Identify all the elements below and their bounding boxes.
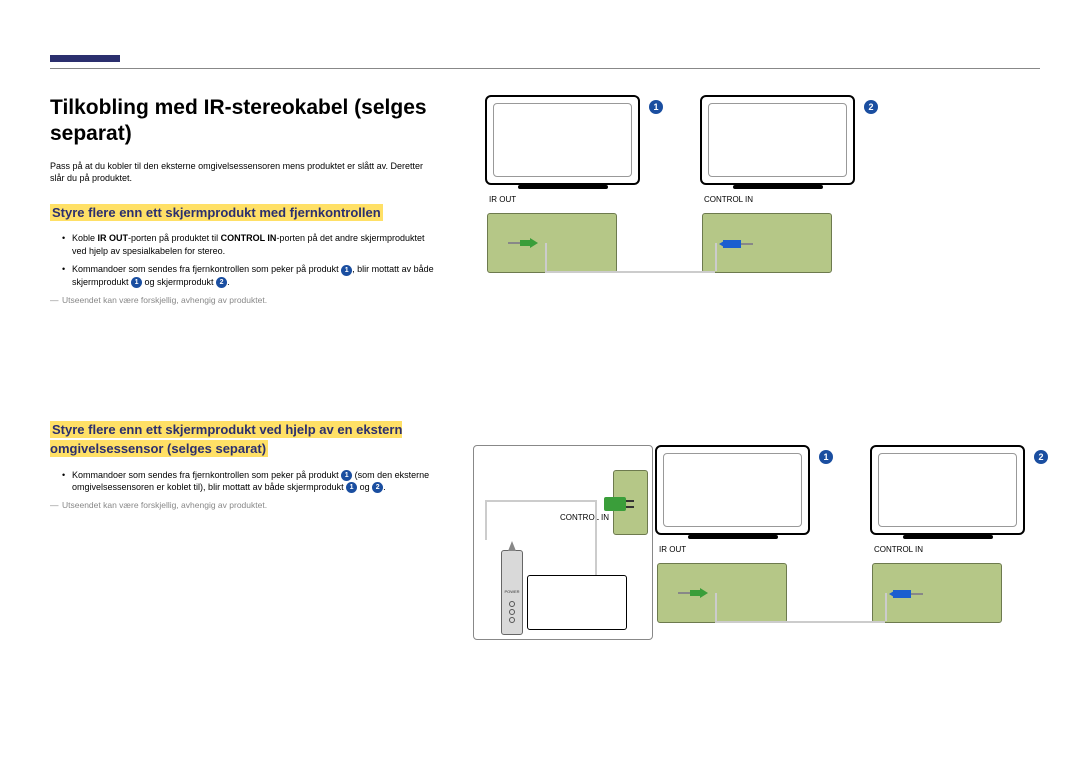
text: Kommandoer som sendes fra fjernkontrolle… <box>72 470 341 480</box>
jack-green-icon <box>700 588 708 598</box>
cable-icon <box>715 593 717 621</box>
text: -porten på produktet til <box>128 233 221 243</box>
monitor-1-icon <box>655 445 810 535</box>
page-title: Tilkobling med IR-stereokabel (selges se… <box>50 95 435 148</box>
badge-1: 1 <box>819 450 833 464</box>
jack-green-icon <box>530 238 538 248</box>
cable-icon <box>715 243 717 271</box>
label-ir-out: IR OUT <box>659 545 686 554</box>
badge-2: 2 <box>1034 450 1048 464</box>
intro-text: Pass på at du kobler til den eksterne om… <box>50 160 435 185</box>
port-panel-2 <box>872 563 1002 623</box>
jack-blue-icon <box>723 240 741 248</box>
section2-note: Utseendet kan være forskjellig, avhengig… <box>50 500 435 510</box>
badge-2: 2 <box>864 100 878 114</box>
text: . <box>227 277 230 287</box>
text: Koble <box>72 233 98 243</box>
port-panel-1 <box>487 213 617 273</box>
port-panel-2 <box>702 213 832 273</box>
circle-2-icon: 2 <box>216 277 227 288</box>
text: og skjermprodukt <box>142 277 216 287</box>
jack-blue-icon <box>893 590 911 598</box>
section1-note: Utseendet kan være forskjellig, avhengig… <box>50 295 435 305</box>
header-accent-bar <box>50 55 120 62</box>
section1-heading-wrap: Styre flere enn ett skjermprodukt med fj… <box>50 203 435 223</box>
section1-bullet1: Koble IR OUT-porten på produktet til CON… <box>62 232 435 257</box>
diagram-2: 1 2 CONTROL IN IR OUT CONTROL IN <box>465 445 1040 655</box>
cable-icon <box>595 500 597 575</box>
label-control-in: CONTROL IN <box>704 195 753 204</box>
circle-1-icon: 1 <box>131 277 142 288</box>
bold-control-in: CONTROL IN <box>221 233 277 243</box>
section1-heading: Styre flere enn ett skjermprodukt med fj… <box>50 204 383 221</box>
cable-icon <box>485 500 487 540</box>
bold-ir-out: IR OUT <box>98 233 129 243</box>
cable-icon <box>545 243 547 271</box>
right-column: 1 2 IR OUT CONTROL IN 1 <box>465 95 1040 538</box>
section2: Styre flere enn ett skjermprodukt ved hj… <box>50 420 435 510</box>
section2-bullets: Kommandoer som sendes fra fjernkontrolle… <box>50 469 435 494</box>
sensor-cluster-frame <box>473 445 653 640</box>
circle-1-icon: 1 <box>341 265 352 276</box>
page-content: Tilkobling med IR-stereokabel (selges se… <box>50 95 1040 538</box>
monitor-1-icon <box>485 95 640 185</box>
badge-1: 1 <box>649 100 663 114</box>
cable-icon <box>715 621 885 623</box>
section1-bullets: Koble IR OUT-porten på produktet til CON… <box>50 232 435 288</box>
label-control-in: CONTROL IN <box>874 545 923 554</box>
cable-icon <box>485 500 595 502</box>
section2-heading: Styre flere enn ett skjermprodukt ved hj… <box>50 421 402 458</box>
text: Kommandoer som sendes fra fjernkontrolle… <box>72 264 341 274</box>
circle-1-icon: 1 <box>346 482 357 493</box>
left-column: Tilkobling med IR-stereokabel (selges se… <box>50 95 435 538</box>
section1-bullet2: Kommandoer som sendes fra fjernkontrolle… <box>62 263 435 288</box>
label-ir-out: IR OUT <box>489 195 516 204</box>
text: . <box>383 482 386 492</box>
circle-1-icon: 1 <box>341 470 352 481</box>
text: og <box>357 482 372 492</box>
header-rule <box>50 68 1040 69</box>
monitor-2-icon <box>700 95 855 185</box>
cable-icon <box>885 593 887 621</box>
port-panel-1 <box>657 563 787 623</box>
cable-icon <box>545 271 715 273</box>
monitor-2-icon <box>870 445 1025 535</box>
diagram-1: 1 2 IR OUT CONTROL IN <box>475 95 1035 285</box>
section2-heading-wrap: Styre flere enn ett skjermprodukt ved hj… <box>50 420 435 459</box>
section2-bullet1: Kommandoer som sendes fra fjernkontrolle… <box>62 469 435 494</box>
circle-2-icon: 2 <box>372 482 383 493</box>
